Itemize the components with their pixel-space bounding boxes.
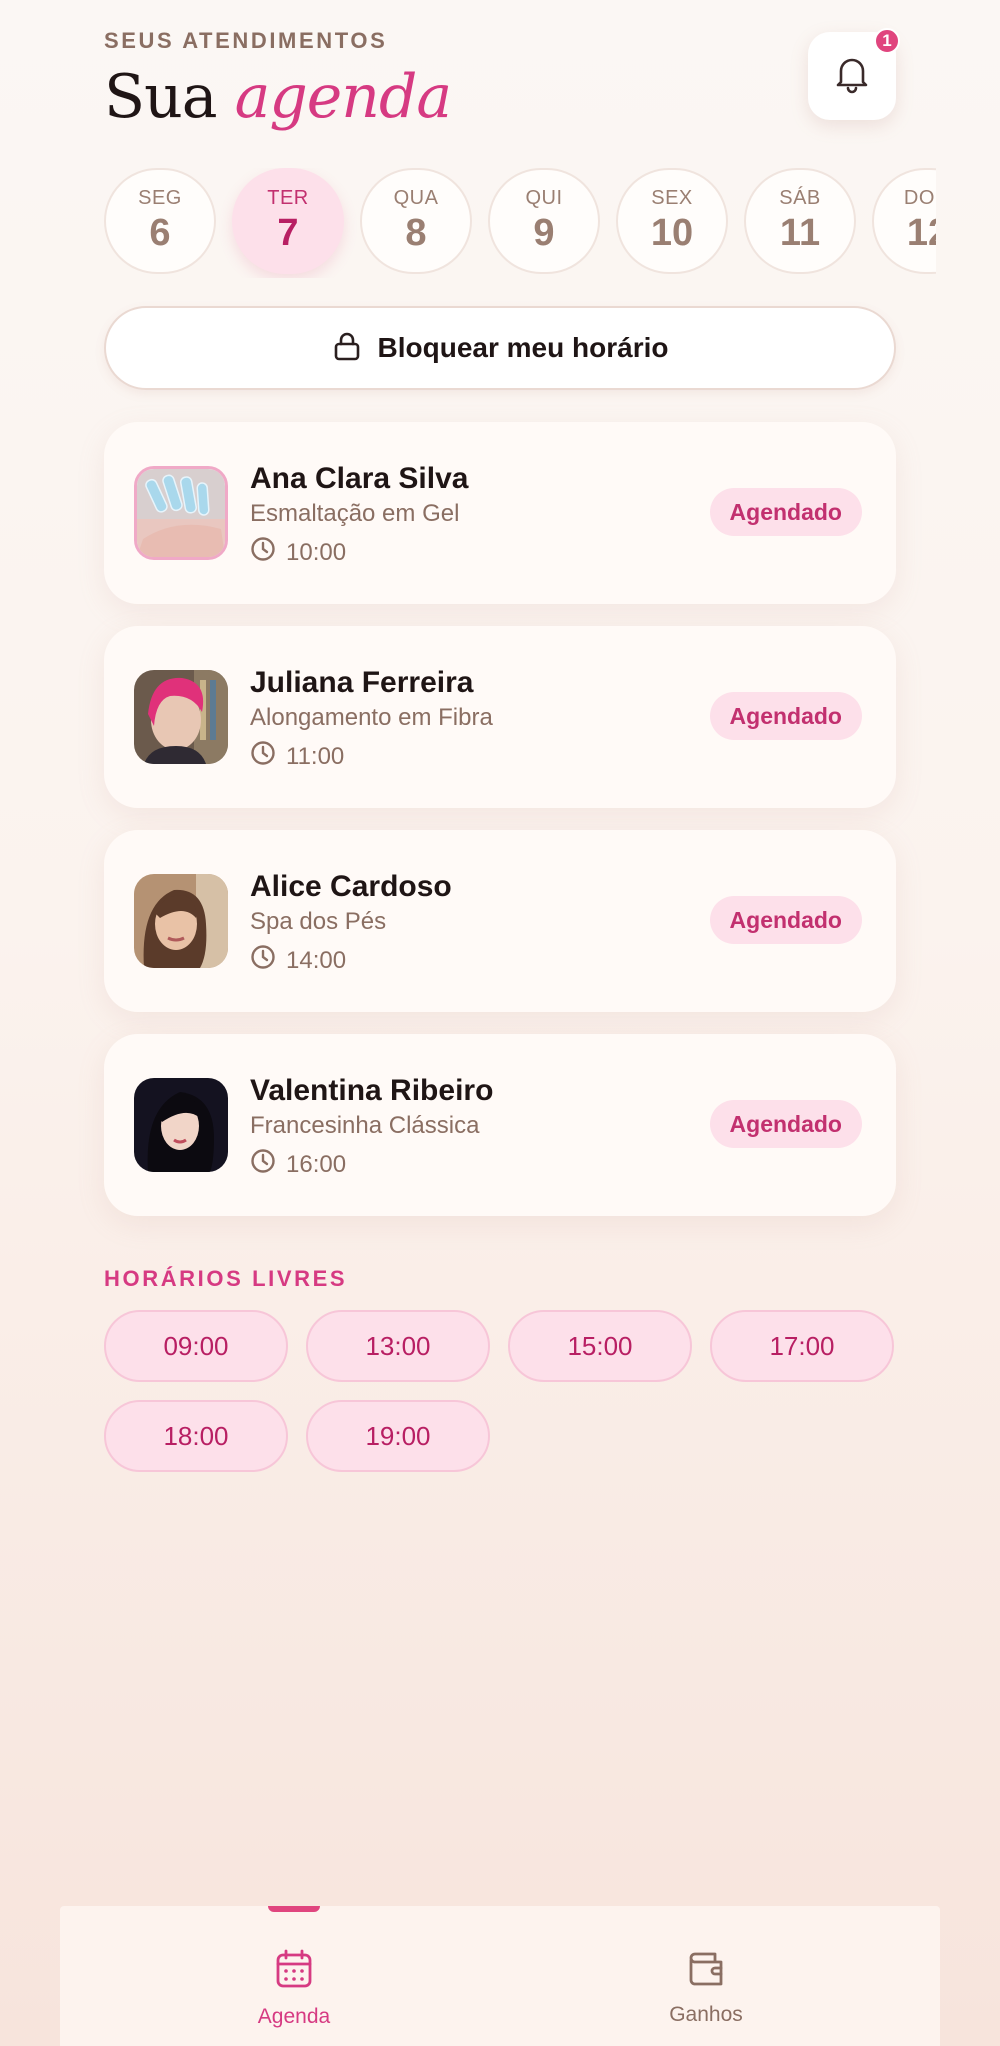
active-tab-indicator bbox=[268, 1906, 320, 1912]
status-badge: Agendado bbox=[709, 488, 862, 536]
nav-tab-ganhos-label: Ganhos bbox=[669, 2003, 743, 2026]
appointment-card[interactable]: Alice Cardoso Spa dos Pés 14:00 Agendado bbox=[104, 830, 896, 1012]
day-number: 7 bbox=[277, 212, 299, 254]
client-name: Juliana Ferreira bbox=[250, 666, 474, 699]
bell-icon bbox=[833, 54, 871, 99]
title-plain: Sua bbox=[104, 62, 218, 132]
clock-icon bbox=[250, 944, 276, 977]
appointment-card[interactable]: Juliana Ferreira Alongamento em Fibra 11… bbox=[104, 626, 896, 808]
day-chip-qui[interactable]: QUI 9 bbox=[488, 168, 600, 274]
service-name: Alongamento em Fibra bbox=[250, 704, 493, 731]
appointment-card[interactable]: Valentina Ribeiro Francesinha Clássica 1… bbox=[104, 1034, 896, 1216]
day-name: SEX bbox=[651, 187, 693, 209]
agenda-screen: SEUS ATENDIMENTOS Sua agenda 1 SEG 6 TER… bbox=[0, 0, 1000, 2046]
free-slot-button[interactable]: 17:00 bbox=[710, 1310, 894, 1382]
day-chip-dom[interactable]: DOM 12 bbox=[872, 168, 936, 274]
day-name: SÁB bbox=[779, 187, 821, 209]
time-text: 11:00 bbox=[286, 742, 345, 770]
service-name: Francesinha Clássica bbox=[250, 1112, 480, 1139]
status-badge: Agendado bbox=[709, 1100, 862, 1148]
appointment-time: 14:00 bbox=[250, 944, 346, 977]
notification-badge: 1 bbox=[874, 28, 900, 54]
free-slot-button[interactable]: 19:00 bbox=[306, 1400, 490, 1472]
block-schedule-label: Bloquear meu horário bbox=[377, 332, 669, 363]
section-eyebrow: SEUS ATENDIMENTOS bbox=[104, 28, 388, 53]
appointment-card[interactable]: Ana Clara Silva Esmaltação em Gel 10:00 … bbox=[104, 422, 896, 604]
appointment-time: 11:00 bbox=[250, 740, 344, 773]
day-chip-seg[interactable]: SEG 6 bbox=[104, 168, 216, 274]
client-name: Alice Cardoso bbox=[250, 870, 452, 903]
free-slots-grid: 09:00 13:00 15:00 17:00 18:00 19:00 bbox=[104, 1310, 896, 1472]
time-text: 10:00 bbox=[286, 538, 347, 566]
day-name: QUA bbox=[393, 187, 439, 209]
nails-photo bbox=[134, 466, 228, 560]
day-name: TER bbox=[267, 187, 309, 209]
status-badge: Agendado bbox=[709, 692, 862, 740]
day-number: 10 bbox=[650, 212, 694, 254]
day-name: SEG bbox=[138, 187, 182, 209]
day-name: DOM bbox=[903, 187, 936, 209]
bottom-navigation: Agenda Ganhos bbox=[60, 1906, 940, 2046]
clock-icon bbox=[250, 740, 276, 773]
appointments-list: Ana Clara Silva Esmaltação em Gel 10:00 … bbox=[104, 422, 896, 1238]
day-chip-sab[interactable]: SÁB 11 bbox=[744, 168, 856, 274]
day-chip-qua[interactable]: QUA 8 bbox=[360, 168, 472, 274]
status-badge: Agendado bbox=[709, 896, 862, 944]
day-name: QUI bbox=[525, 187, 563, 209]
avatar bbox=[134, 874, 228, 968]
day-number: 11 bbox=[779, 212, 821, 254]
notifications-button[interactable]: 1 bbox=[808, 28, 900, 120]
free-slots-title: HORÁRIOS LIVRES bbox=[104, 1266, 348, 1291]
avatar bbox=[134, 670, 228, 764]
service-name: Spa dos Pés bbox=[250, 908, 387, 935]
wallet-icon bbox=[685, 1948, 727, 1993]
time-text: 14:00 bbox=[286, 946, 347, 974]
appointment-time: 16:00 bbox=[250, 1148, 346, 1181]
calendar-icon bbox=[274, 1948, 314, 1995]
time-text: 16:00 bbox=[286, 1150, 347, 1178]
client-name: Ana Clara Silva bbox=[250, 462, 469, 495]
free-slot-button[interactable]: 15:00 bbox=[508, 1310, 692, 1382]
day-number: 8 bbox=[405, 212, 427, 254]
appointment-time: 10:00 bbox=[250, 536, 346, 569]
nav-tab-ganhos[interactable]: Ganhos bbox=[606, 1948, 806, 2027]
day-chip-ter[interactable]: TER 7 bbox=[232, 168, 344, 274]
block-schedule-button[interactable]: Bloquear meu horário bbox=[104, 306, 896, 390]
free-slot-button[interactable]: 13:00 bbox=[306, 1310, 490, 1382]
page-title: Sua agenda bbox=[104, 62, 453, 132]
day-number: 9 bbox=[533, 212, 555, 254]
day-number: 6 bbox=[149, 212, 171, 254]
clock-icon bbox=[250, 536, 276, 569]
day-selector: SEG 6 TER 7 QUA 8 QUI 9 SEX 10 SÁB 11 DO… bbox=[104, 168, 936, 278]
title-accent: agenda bbox=[234, 62, 453, 132]
day-number: 12 bbox=[906, 212, 936, 254]
service-name: Esmaltação em Gel bbox=[250, 500, 460, 527]
nav-tab-agenda[interactable]: Agenda bbox=[194, 1948, 394, 2029]
client-name: Valentina Ribeiro bbox=[250, 1074, 494, 1107]
avatar bbox=[134, 1078, 228, 1172]
free-slot-button[interactable]: 18:00 bbox=[104, 1400, 288, 1472]
free-slot-button[interactable]: 09:00 bbox=[104, 1310, 288, 1382]
clock-icon bbox=[250, 1148, 276, 1181]
day-chip-sex[interactable]: SEX 10 bbox=[616, 168, 728, 274]
nav-tab-agenda-label: Agenda bbox=[257, 2005, 331, 2028]
lock-icon bbox=[332, 330, 362, 367]
